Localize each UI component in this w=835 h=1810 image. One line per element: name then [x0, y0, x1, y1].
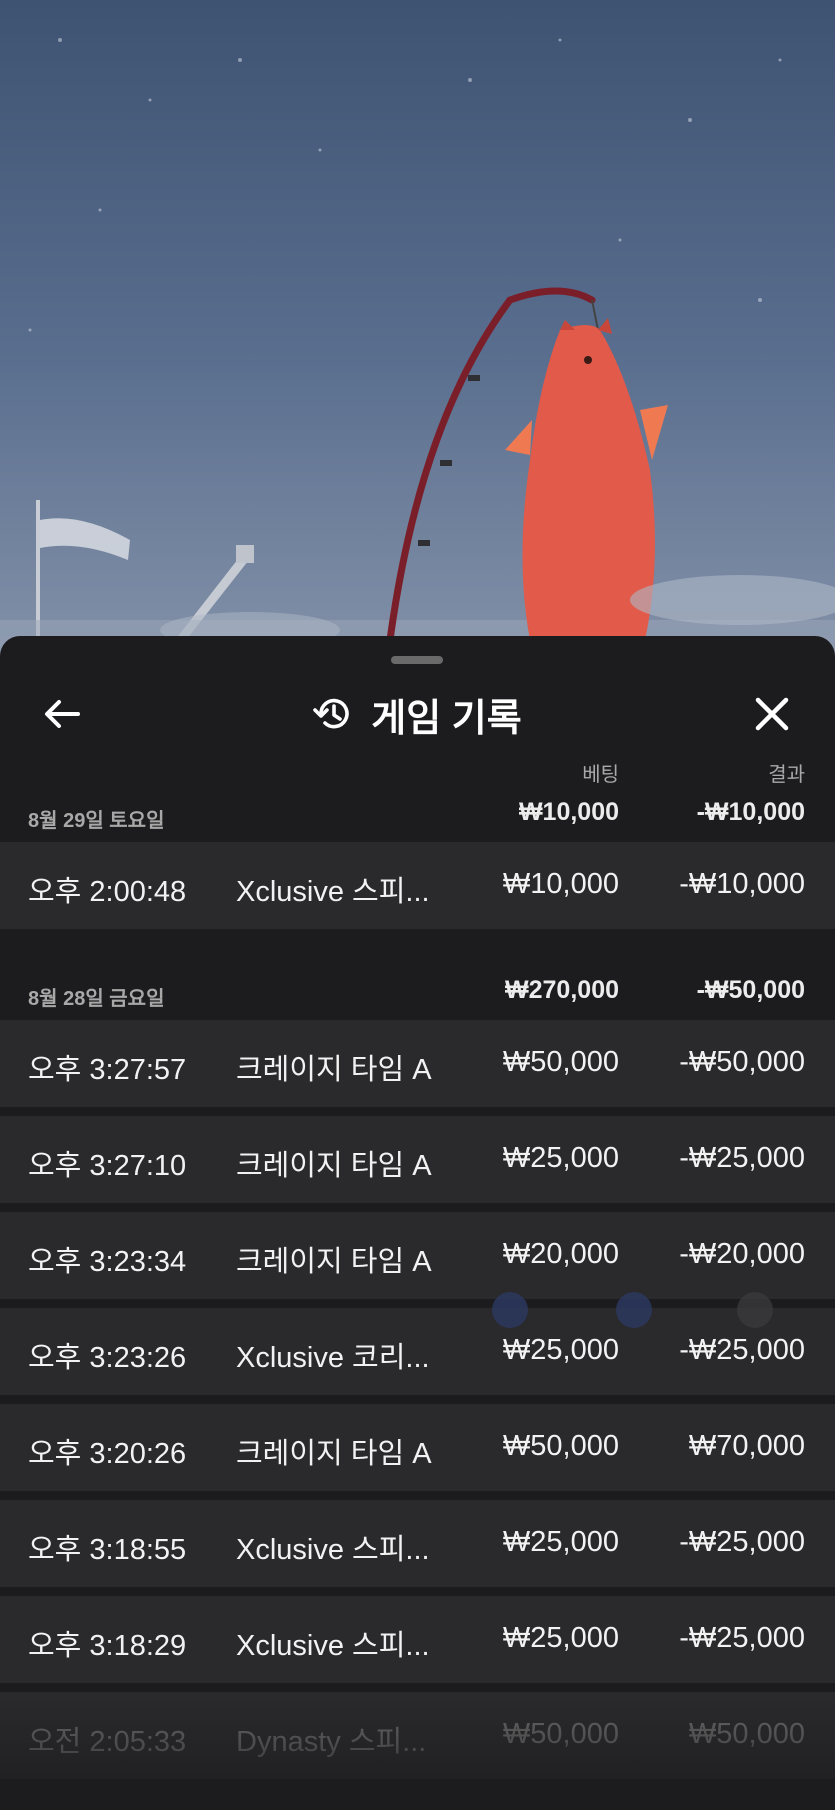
overlay-dot	[737, 1292, 773, 1328]
row-time: 오후 3:18:29	[28, 1630, 187, 1662]
row-result: -₩10,000	[679, 868, 805, 900]
close-icon	[755, 697, 789, 731]
history-row[interactable]: 오후 2:00:48 Xclusive 스피... ₩10,000 -₩10,0…	[0, 842, 835, 929]
row-result: -₩25,000	[679, 1142, 805, 1174]
history-row[interactable]: 오전 2:05:33 Dynasty 스피... ₩50,000 ₩50,000	[0, 1692, 835, 1779]
history-row[interactable]: 오후 3:27:57 크레이지 타임 A ₩50,000 -₩50,000	[0, 1020, 835, 1107]
row-game: 크레이지 타임 A	[236, 1246, 432, 1278]
row-time: 오후 3:23:34	[28, 1246, 187, 1278]
date-group-header: 8월 28일 금요일 ₩270,000 -₩50,000	[0, 970, 835, 1010]
date-group-header: 8월 29일 토요일 ₩10,000 -₩10,000	[0, 792, 835, 832]
row-game: Xclusive 스피...	[236, 876, 430, 908]
group-bet-total: ₩10,000	[518, 798, 619, 826]
history-row[interactable]: 오후 3:23:26 Xclusive 코리... ₩25,000 -₩25,0…	[0, 1308, 835, 1395]
game-history-sheet: 게임 기록 베팅 결과 8월 29일 토요일 ₩10,000 -₩10,000 …	[0, 636, 835, 1810]
row-bet: ₩25,000	[502, 1142, 619, 1174]
row-result: -₩25,000	[679, 1334, 805, 1366]
drag-handle[interactable]	[391, 656, 443, 664]
row-time: 오전 2:05:33	[28, 1726, 187, 1758]
group-result-total: -₩10,000	[696, 798, 805, 826]
row-result: -₩50,000	[679, 1046, 805, 1078]
row-bet: ₩50,000	[502, 1718, 619, 1750]
row-time: 오후 3:27:57	[28, 1054, 187, 1086]
row-game: 크레이지 타임 A	[236, 1150, 432, 1182]
fishing-scene-image	[0, 38, 835, 660]
row-bet: ₩50,000	[502, 1046, 619, 1078]
row-time: 오후 3:27:10	[28, 1150, 187, 1182]
row-bet: ₩50,000	[502, 1430, 619, 1462]
group-result-total: -₩50,000	[696, 976, 805, 1004]
row-time: 오후 2:00:48	[28, 876, 187, 908]
row-time: 오후 3:23:26	[28, 1342, 187, 1374]
row-game: Xclusive 스피...	[236, 1534, 430, 1566]
row-result: ₩70,000	[688, 1430, 805, 1462]
row-result: ₩50,000	[688, 1718, 805, 1750]
row-bet: ₩25,000	[502, 1526, 619, 1558]
history-row[interactable]: 오후 3:20:26 크레이지 타임 A ₩50,000 ₩70,000	[0, 1404, 835, 1491]
group-date: 8월 29일 토요일	[28, 810, 165, 832]
title-group: 게임 기록	[0, 690, 835, 740]
group-date: 8월 28일 금요일	[28, 988, 165, 1010]
overlay-dot	[616, 1292, 652, 1328]
overlay-dot	[492, 1292, 528, 1328]
row-time: 오후 3:20:26	[28, 1438, 187, 1470]
history-row[interactable]: 오후 3:18:29 Xclusive 스피... ₩25,000 -₩25,0…	[0, 1596, 835, 1683]
row-game: Xclusive 코리...	[236, 1342, 430, 1374]
row-time: 오후 3:18:55	[28, 1534, 187, 1566]
row-game: 크레이지 타임 A	[236, 1438, 432, 1470]
row-bet: ₩20,000	[502, 1238, 619, 1270]
history-row[interactable]: 오후 3:27:10 크레이지 타임 A ₩25,000 -₩25,000	[0, 1116, 835, 1203]
page-title: 게임 기록	[371, 697, 522, 740]
group-bet-total: ₩270,000	[505, 976, 619, 1004]
column-header-bet: 베팅	[582, 764, 619, 786]
history-icon	[313, 698, 350, 729]
close-button[interactable]	[750, 692, 794, 736]
row-bet: ₩25,000	[502, 1334, 619, 1366]
column-header-result: 결과	[768, 764, 805, 786]
row-game: Xclusive 스피...	[236, 1630, 430, 1662]
history-row[interactable]: 오후 3:18:55 Xclusive 스피... ₩25,000 -₩25,0…	[0, 1500, 835, 1587]
row-bet: ₩10,000	[502, 868, 619, 900]
row-result: -₩25,000	[679, 1526, 805, 1558]
background-video	[0, 0, 835, 660]
history-row[interactable]: 오후 3:23:34 크레이지 타임 A ₩20,000 -₩20,000	[0, 1212, 835, 1299]
row-result: -₩25,000	[679, 1622, 805, 1654]
row-game: 크레이지 타임 A	[236, 1054, 432, 1086]
row-bet: ₩25,000	[502, 1622, 619, 1654]
row-game: Dynasty 스피...	[236, 1726, 427, 1758]
row-result: -₩20,000	[679, 1238, 805, 1270]
sheet-header: 게임 기록	[0, 672, 835, 756]
